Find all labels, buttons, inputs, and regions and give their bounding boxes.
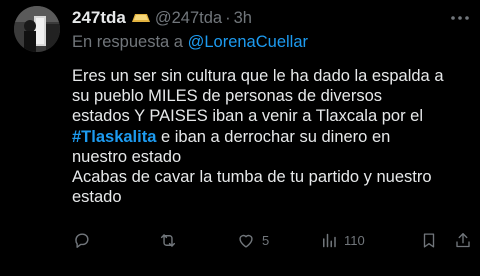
bookmark-icon [420, 231, 438, 250]
tweet-text-line: Eres un ser sin cultura que le ha dado l… [72, 67, 444, 85]
gold-bar-badge-icon [131, 12, 150, 24]
reply-context: En respuesta a @LorenaCuellar [72, 33, 308, 52]
like-count: 5 [262, 232, 270, 248]
tweet-header: 247tda @247tda · 3h [72, 7, 470, 29]
action-bar: 5 110 [72, 228, 476, 252]
tweet-text: Eres un ser sin cultura que le ha dado l… [72, 66, 476, 207]
reply-prefix: En respuesta a [72, 33, 183, 51]
retweet-button[interactable] [158, 228, 184, 252]
separator: · [225, 8, 231, 27]
share-icon [454, 231, 472, 250]
tweet-text-line-with-hashtag: #Tlaskalita e iban a derrochar su dinero… [72, 127, 476, 147]
tweet-text-line: estados Y PAISES iban a venir a Tlaxcala… [72, 107, 423, 126]
tweet-text-line: estado [72, 188, 122, 207]
reply-button[interactable] [72, 228, 97, 252]
views-count: 110 [344, 232, 365, 248]
share-button[interactable] [454, 228, 472, 252]
user-handle[interactable]: @247tda [155, 9, 222, 28]
display-name[interactable]: 247tda [72, 8, 126, 28]
avatar[interactable] [14, 6, 60, 52]
views-icon [320, 231, 338, 250]
like-icon [236, 231, 256, 250]
hashtag-link[interactable]: #Tlaskalita [72, 128, 156, 146]
retweet-icon [158, 231, 178, 250]
more-icon[interactable] [450, 9, 470, 27]
views-button[interactable]: 110 [320, 228, 365, 252]
avatar-photo [14, 6, 60, 52]
tweet-text-line: su pueblo MILES de personas de diversos [72, 87, 383, 106]
reply-icon [72, 231, 91, 250]
like-button[interactable]: 5 [236, 228, 269, 252]
bookmark-button[interactable] [420, 228, 438, 252]
reply-mention-link[interactable]: @LorenaCuellar [188, 33, 308, 51]
tweet[interactable]: 247tda @247tda · 3h En respuesta a @Lore… [0, 0, 480, 276]
timestamp[interactable]: 3h [234, 9, 252, 28]
tweet-text-fragment: e iban a derrochar su dinero en [156, 127, 391, 146]
tweet-text-line: nuestro estado [72, 147, 182, 166]
tweet-text-line: Acabas de cavar la tumba de tu partido y… [72, 168, 432, 187]
